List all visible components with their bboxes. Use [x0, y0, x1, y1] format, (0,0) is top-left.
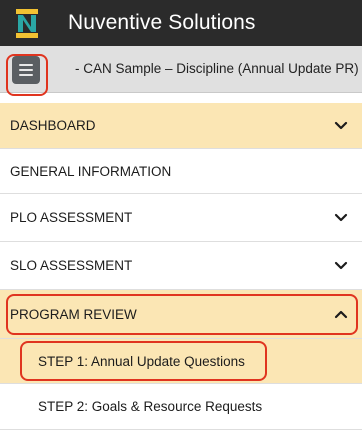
nav-item-general-information[interactable]: GENERAL INFORMATION [0, 149, 362, 194]
chevron-up-icon [334, 310, 348, 319]
breadcrumb: - CAN Sample – Discipline (Annual Update… [75, 61, 359, 76]
nav-subitem-label: STEP 2: Goals & Resource Requests [38, 399, 263, 414]
nav-item-label: DASHBOARD [10, 118, 96, 133]
app-title: Nuventive Solutions [68, 11, 256, 34]
app-header: Nuventive Solutions [0, 0, 362, 46]
nav-item-label: SLO ASSESSMENT [10, 258, 133, 273]
nav-item-dashboard[interactable]: DASHBOARD [0, 103, 362, 149]
nav-item-program-review[interactable]: PROGRAM REVIEW [0, 290, 362, 339]
nav-subitem-step-2[interactable]: STEP 2: Goals & Resource Requests [0, 384, 362, 430]
chevron-down-icon [334, 261, 348, 269]
nav-subitem-step-1[interactable]: STEP 1: Annual Update Questions [0, 339, 362, 384]
nav-item-plo-assessment[interactable]: PLO ASSESSMENT [0, 194, 362, 242]
nav-item-slo-assessment[interactable]: SLO ASSESSMENT [0, 242, 362, 290]
chevron-down-icon [334, 213, 348, 221]
nav-item-label: GENERAL INFORMATION [10, 163, 172, 179]
highlight-menu-button [6, 54, 48, 96]
nav-item-label: PROGRAM REVIEW [10, 306, 137, 322]
nuventive-logo [16, 9, 38, 38]
nav-item-label: PLO ASSESSMENT [10, 210, 133, 225]
chevron-down-icon [334, 121, 348, 129]
nav-subitem-label: STEP 1: Annual Update Questions [38, 353, 245, 369]
